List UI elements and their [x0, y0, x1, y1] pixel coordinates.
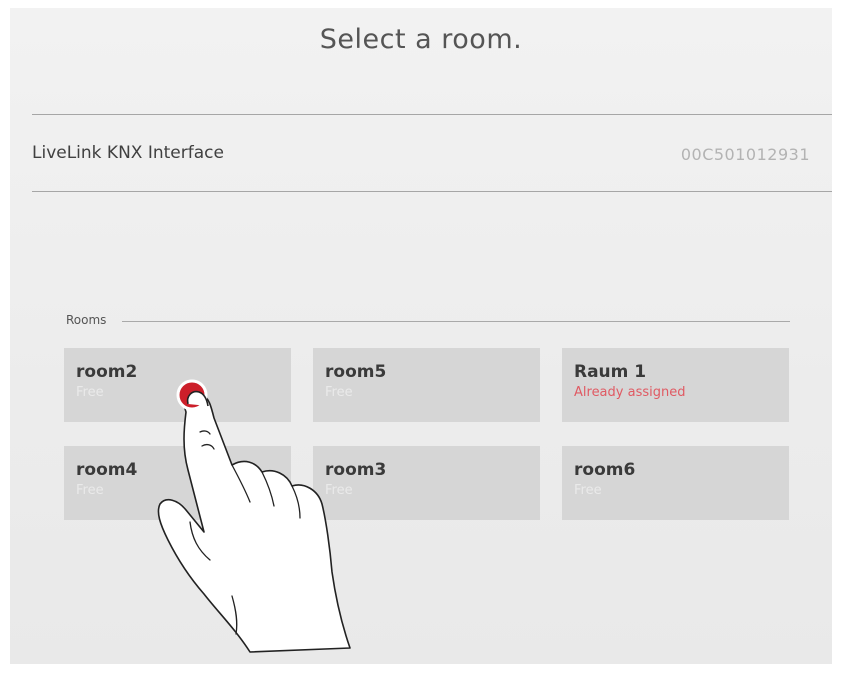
page-title: Select a room. [319, 24, 523, 55]
room-status: Free [76, 385, 104, 400]
room-tile-room6[interactable]: room6 Free [562, 446, 789, 520]
device-id: 00C501012931 [680, 145, 810, 164]
room-name: room5 [325, 362, 387, 382]
room-status: Free [325, 385, 353, 400]
room-status: Free [325, 483, 353, 498]
room-selection-screen: Select a room. LiveLink KNX Interface 00… [10, 8, 832, 664]
room-status: Free [574, 483, 602, 498]
room-name: Raum 1 [574, 362, 647, 382]
room-tile-room4[interactable]: room4 Free [64, 446, 291, 520]
divider [32, 114, 832, 115]
device-name: LiveLink KNX Interface [32, 143, 224, 163]
room-tile-raum-1[interactable]: Raum 1 Already assigned [562, 348, 789, 422]
rooms-section-divider [122, 321, 790, 322]
room-tile-room3[interactable]: room3 Free [313, 446, 540, 520]
room-name: room2 [76, 362, 138, 382]
room-name: room4 [76, 460, 138, 480]
divider [32, 191, 832, 192]
room-status: Already assigned [574, 385, 686, 400]
room-name: room3 [325, 460, 387, 480]
room-tile-room2[interactable]: room2 Free [64, 348, 291, 422]
rooms-section-label: Rooms [66, 313, 107, 327]
room-status: Free [76, 483, 104, 498]
room-tile-room5[interactable]: room5 Free [313, 348, 540, 422]
room-name: room6 [574, 460, 636, 480]
